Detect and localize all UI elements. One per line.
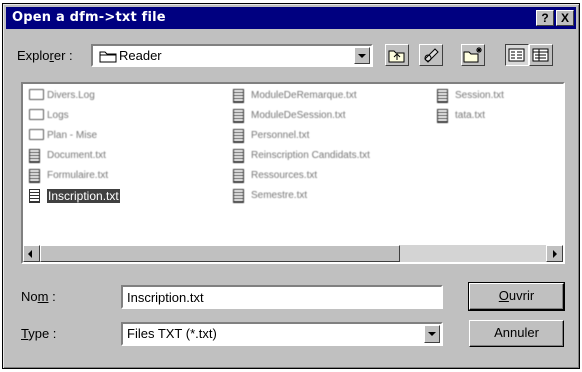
file-name: ModuleDeRemarque.txt bbox=[251, 90, 357, 101]
file-item[interactable]: ModuleDeRemarque.txt bbox=[233, 88, 423, 105]
file-name: Session.txt bbox=[455, 90, 504, 101]
text-file-icon bbox=[437, 89, 448, 103]
text-file-icon bbox=[233, 149, 244, 163]
filename-input[interactable]: Inscription.txt bbox=[121, 285, 443, 309]
folder-icon bbox=[29, 89, 44, 100]
file-name: Logs bbox=[47, 110, 69, 121]
explorer-current-folder: Reader bbox=[119, 48, 162, 63]
scroll-thumb[interactable] bbox=[40, 245, 400, 262]
file-name: ModuleDeSession.txt bbox=[251, 110, 346, 121]
file-name: Personnel.txt bbox=[251, 130, 310, 141]
folder-icon bbox=[29, 109, 44, 120]
folder-icon bbox=[99, 51, 117, 63]
chevron-down-icon[interactable] bbox=[424, 325, 440, 343]
explorer-label: Explorer : bbox=[17, 48, 73, 63]
text-file-icon bbox=[437, 109, 448, 123]
window-title: Open a dfm->txt file bbox=[12, 10, 166, 25]
file-list[interactable]: Divers.Log Logs Plan - Mise Document.txt For… bbox=[21, 82, 565, 264]
text-file-icon bbox=[233, 129, 244, 143]
help-button[interactable]: ? bbox=[536, 10, 554, 26]
file-item[interactable]: Reinscription Candidats.txt bbox=[233, 148, 423, 165]
desktop-icon bbox=[424, 48, 439, 63]
file-name: Ressources.txt bbox=[251, 170, 318, 181]
name-label: Nom : bbox=[21, 289, 56, 304]
file-item[interactable]: Ressources.txt bbox=[233, 168, 423, 185]
scroll-left-button[interactable] bbox=[23, 245, 40, 262]
close-button[interactable]: X bbox=[556, 10, 574, 26]
text-file-icon bbox=[29, 169, 40, 183]
new-folder-button[interactable] bbox=[461, 44, 485, 66]
list-view-icon bbox=[508, 48, 525, 62]
up-folder-icon bbox=[388, 50, 405, 63]
scroll-right-button[interactable] bbox=[546, 245, 563, 262]
file-item[interactable]: Divers.Log bbox=[29, 88, 219, 105]
text-file-icon bbox=[233, 189, 244, 203]
text-file-icon bbox=[233, 89, 244, 103]
horizontal-scrollbar[interactable] bbox=[23, 245, 563, 262]
file-item[interactable]: ModuleDeSession.txt bbox=[233, 108, 423, 125]
file-item[interactable]: Document.txt bbox=[29, 148, 219, 165]
file-item[interactable]: Semestre.txt bbox=[233, 188, 423, 205]
text-file-icon bbox=[29, 149, 40, 163]
file-name: Document.txt bbox=[47, 150, 106, 161]
up-folder-button[interactable] bbox=[385, 44, 409, 66]
file-item[interactable]: Logs bbox=[29, 108, 219, 125]
cancel-button[interactable]: Annuler bbox=[469, 320, 564, 347]
file-name: Reinscription Candidats.txt bbox=[251, 150, 370, 161]
explorer-combo[interactable]: Reader bbox=[91, 44, 373, 67]
file-name: tata.txt bbox=[455, 110, 486, 121]
file-item[interactable]: Inscription.txt bbox=[29, 188, 219, 205]
folder-icon bbox=[29, 129, 44, 140]
details-view-button[interactable] bbox=[529, 44, 553, 66]
text-file-icon bbox=[233, 169, 244, 183]
desktop-button[interactable] bbox=[419, 44, 443, 66]
text-file-icon bbox=[233, 109, 244, 123]
open-file-dialog: Open a dfm->txt file ? X Explorer : Read… bbox=[2, 3, 580, 369]
text-file-icon bbox=[29, 189, 40, 203]
file-item[interactable]: Plan - Mise bbox=[29, 128, 219, 145]
list-view-button[interactable] bbox=[505, 44, 529, 66]
file-name: Divers.Log bbox=[47, 90, 95, 101]
title-bar[interactable]: Open a dfm->txt file ? X bbox=[6, 7, 576, 29]
file-item[interactable]: Session.txt bbox=[437, 88, 563, 105]
details-view-icon bbox=[532, 48, 549, 62]
file-type-value: Files TXT (*.txt) bbox=[127, 326, 217, 341]
file-name: Inscription.txt bbox=[47, 189, 120, 203]
file-item[interactable]: Personnel.txt bbox=[233, 128, 423, 145]
file-name: Plan - Mise bbox=[47, 130, 98, 141]
new-folder-icon bbox=[463, 47, 482, 63]
open-button[interactable]: Ouvrir bbox=[468, 282, 565, 311]
file-type-select[interactable]: Files TXT (*.txt) bbox=[121, 322, 443, 346]
type-label: Type : bbox=[21, 326, 57, 341]
file-name: Semestre.txt bbox=[251, 190, 308, 201]
chevron-down-icon[interactable] bbox=[354, 47, 370, 64]
file-item[interactable]: tata.txt bbox=[437, 108, 563, 125]
file-item[interactable]: Formulaire.txt bbox=[29, 168, 219, 185]
file-name: Formulaire.txt bbox=[47, 170, 109, 181]
